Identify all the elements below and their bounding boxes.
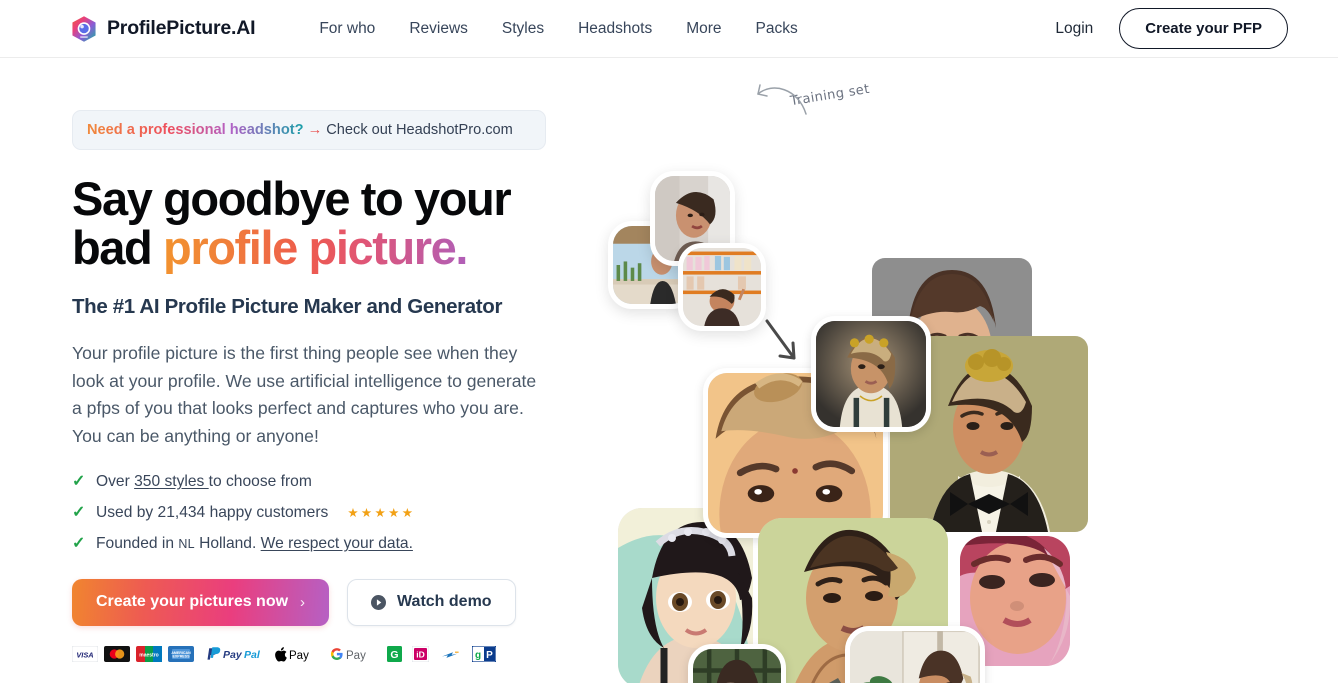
apple-pay-icon: Pay — [275, 646, 319, 662]
visa-icon: VISA — [72, 645, 98, 662]
giropay-icon: G — [387, 645, 402, 662]
chevron-right-icon: › — [300, 593, 306, 611]
nav-link-more[interactable]: More — [686, 20, 721, 38]
down-right-arrow-icon — [765, 319, 796, 360]
hero-section: Need a professional headshot? → Check ou… — [0, 58, 1338, 683]
star-rating-icon: ★★★★★ — [347, 506, 416, 521]
create-pictures-button[interactable]: Create your pictures now › — [72, 578, 330, 626]
promo-banner-text: Check out HeadshotPro.com — [326, 122, 513, 138]
svg-text:Pal: Pal — [244, 649, 261, 661]
check-icon: ✓ — [72, 534, 86, 552]
headline-line-2-gradient: profile picture. — [163, 220, 468, 274]
create-your-pfp-button[interactable]: Create your PFP — [1119, 8, 1288, 49]
nav-link-headshots[interactable]: Headshots — [578, 20, 652, 38]
play-circle-icon — [371, 594, 387, 610]
maestro-icon: maestro — [136, 645, 162, 662]
generated-photo-cafe-smile — [845, 626, 985, 683]
svg-text:VISA: VISA — [76, 650, 93, 659]
svg-text:Pay: Pay — [346, 650, 366, 662]
country-code: NL — [178, 536, 195, 551]
svg-text:G: G — [390, 649, 398, 661]
camera-lens-hexagon-icon — [70, 15, 98, 43]
hero-description: Your profile picture is the first thing … — [72, 342, 537, 447]
svg-text:Pay: Pay — [289, 650, 309, 662]
svg-text:g: g — [475, 650, 481, 661]
list-item: ✓ Founded in NL Holland. We respect your… — [72, 535, 600, 553]
brand-name: ProfilePicture.AI — [107, 17, 256, 39]
feature-text: Used by 21,434 happy customers — [96, 503, 329, 521]
feature-pre: Founded in — [96, 534, 179, 552]
gpay-badge-icon: gP — [472, 645, 496, 662]
hero-image-collage: Training set — [600, 58, 1338, 683]
nav-link-styles[interactable]: Styles — [502, 20, 544, 38]
feature-mid: Holland. — [194, 534, 261, 552]
promo-banner-arrow-icon: → — [307, 122, 323, 138]
paypal-icon: Pay Pal — [204, 646, 264, 662]
headshotpro-promo-banner[interactable]: Need a professional headshot? → Check ou… — [72, 110, 546, 150]
headline-line-1: Say goodbye to your — [72, 172, 512, 225]
promo-banner-strong: Need a professional headshot? — [87, 122, 304, 138]
feature-list: ✓ Over 350 styles to choose from ✓ Used … — [72, 473, 600, 553]
curved-arrow-icon — [757, 84, 807, 115]
payment-methods: VISA maestro AMERICAN EXPRESS Pay Pal Pay … — [72, 645, 600, 662]
top-navigation-bar: ProfilePicture.AI For who Reviews Styles… — [0, 0, 1338, 58]
page-title: Say goodbye to your bad profile picture. — [72, 172, 600, 274]
svg-text:Pay: Pay — [223, 649, 243, 661]
nav-link-for-who[interactable]: For who — [319, 20, 375, 38]
google-pay-icon: Pay — [330, 646, 376, 662]
feature-post: to choose from — [208, 472, 312, 490]
feature-text: Over 350 styles to choose from — [96, 473, 312, 491]
mastercard-icon — [104, 645, 130, 662]
svg-text:iD: iD — [416, 650, 425, 660]
svg-text:maestro: maestro — [139, 652, 158, 658]
svg-text:EXPRESS: EXPRESS — [173, 655, 191, 659]
sofort-icon — [439, 645, 461, 662]
svg-text:P: P — [486, 650, 493, 661]
nav-link-packs[interactable]: Packs — [756, 20, 798, 38]
cta-button-row: Create your pictures now › Watch demo — [72, 578, 600, 626]
nav-link-reviews[interactable]: Reviews — [409, 20, 468, 38]
brand-logo[interactable]: ProfilePicture.AI — [70, 15, 256, 43]
training-photo-store — [678, 243, 766, 331]
list-item: ✓ Over 350 styles to choose from — [72, 473, 600, 491]
check-icon: ✓ — [72, 472, 86, 490]
check-icon: ✓ — [72, 503, 86, 521]
list-item: ✓ Used by 21,434 happy customers ★★★★★ — [72, 504, 600, 522]
headline-line-2-plain: bad — [72, 220, 164, 274]
generated-photo-anime-small — [688, 644, 786, 683]
create-pictures-label: Create your pictures now — [96, 593, 289, 611]
feature-pre: Over — [96, 472, 135, 490]
privacy-link[interactable]: We respect your data. — [261, 535, 413, 552]
feature-text: Founded in NL Holland. We respect your d… — [96, 535, 413, 553]
login-link[interactable]: Login — [1055, 20, 1093, 38]
watch-demo-button[interactable]: Watch demo — [347, 578, 516, 626]
amex-icon: AMERICAN EXPRESS — [168, 645, 194, 662]
ideal-icon: iD — [412, 645, 429, 662]
nav-actions: Login Create your PFP — [1055, 8, 1288, 49]
styles-link[interactable]: 350 styles — [134, 473, 209, 490]
generated-photo-flower-crown — [811, 316, 931, 432]
nav-links: For who Reviews Styles Headshots More Pa… — [319, 20, 797, 38]
watch-demo-label: Watch demo — [397, 593, 492, 611]
hero-subheading: The #1 AI Profile Picture Maker and Gene… — [72, 294, 503, 318]
hero-left-column: Need a professional headshot? → Check ou… — [0, 58, 600, 683]
